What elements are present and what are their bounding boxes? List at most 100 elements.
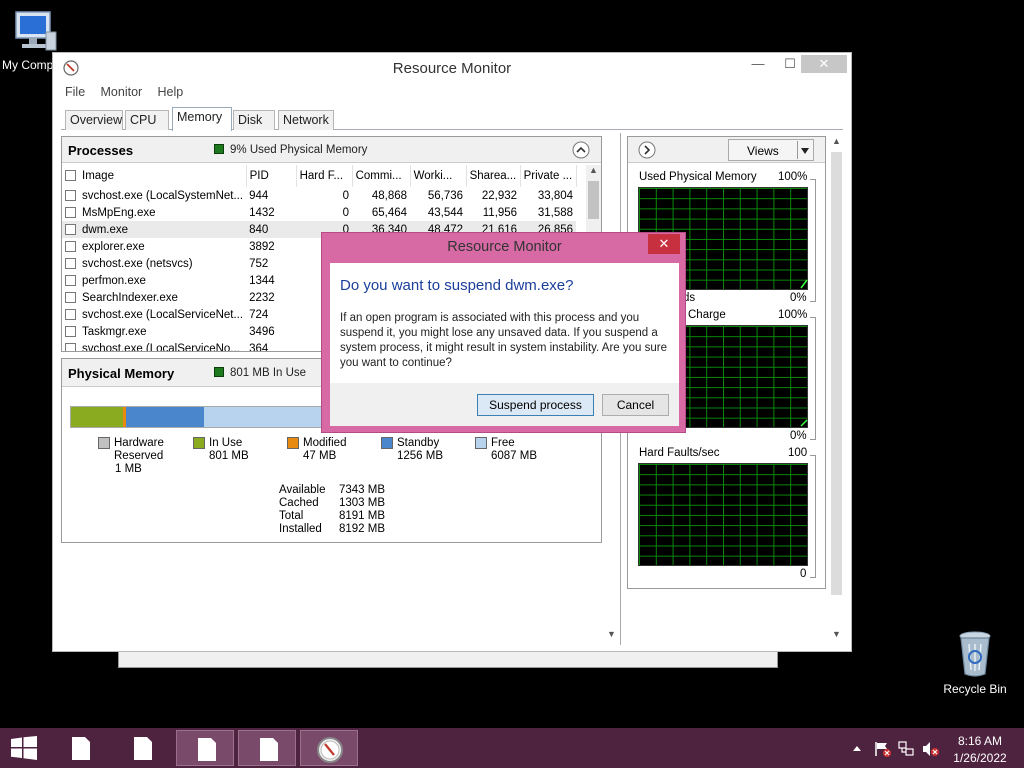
menu-file[interactable]: File — [65, 85, 85, 99]
process-image-cell: svchost.exe (LocalSystemNet... — [62, 187, 246, 204]
process-checkbox[interactable] — [65, 308, 76, 320]
window-title: Resource Monitor — [392, 60, 512, 77]
my-computer-desktop-icon[interactable]: My Comp — [0, 10, 70, 72]
recycle-bin-desktop-icon[interactable]: Recycle Bin — [940, 630, 1010, 696]
views-dropdown-divider — [797, 141, 798, 159]
expand-chevron-right-icon[interactable] — [638, 141, 656, 159]
scroll-down-arrow-icon[interactable]: ▼ — [604, 629, 619, 643]
process-image-name: svchost.exe (LocalSystemNet... — [82, 189, 244, 202]
column-image[interactable]: Image — [62, 165, 247, 187]
right-pane-scrollbar[interactable]: ▲ ▼ — [829, 136, 844, 643]
process-image-cell: svchost.exe (LocalServiceNo... — [62, 340, 246, 351]
process-checkbox[interactable] — [65, 274, 76, 286]
legend-value: 47 MB — [303, 450, 337, 462]
legend-label: In Use — [209, 437, 243, 449]
membar-standby — [126, 407, 204, 427]
graph-used-physical-memory-label: Used Physical Memory — [639, 171, 757, 183]
stat-available-label: Available — [279, 484, 326, 496]
dialog-heading: Do you want to suspend dwm.exe? — [340, 277, 574, 294]
column-pid[interactable]: PID — [246, 165, 297, 187]
window-titlebar[interactable]: Resource Monitor — ☐ ✕ — [53, 53, 851, 81]
dialog-message: If an open program is associated with th… — [340, 312, 668, 369]
column-commit[interactable]: Commi... — [352, 165, 411, 187]
process-checkbox[interactable] — [65, 291, 76, 303]
process-checkbox[interactable] — [65, 206, 76, 218]
process-cell: 43,544 — [427, 206, 464, 219]
processes-status-text: 9% Used Physical Memory — [230, 144, 368, 156]
column-shareable[interactable]: Sharea... — [466, 165, 521, 187]
table-row[interactable]: svchost.exe (LocalSystemNet... 944 0 48,868… — [62, 187, 576, 204]
stat-total-value: 8191 MB — [339, 510, 386, 522]
scroll-down-arrow-icon[interactable]: ▼ — [829, 629, 844, 643]
process-cell: 65,464 — [371, 206, 408, 219]
menu-monitor[interactable]: Monitor — [101, 85, 143, 99]
menu-bar: File Monitor Help — [65, 85, 195, 103]
dialog-footer: Suspend process Cancel — [330, 383, 679, 426]
table-row[interactable]: MsMpEng.exe 1432 0 65,464 43,544 11,956 31,588 — [62, 204, 576, 221]
collapse-chevron-up-icon[interactable] — [572, 141, 590, 159]
process-image-name: perfmon.exe — [82, 274, 146, 287]
clock-date[interactable]: 1/26/2022 — [940, 751, 1020, 765]
taskbar-resource-monitor[interactable] — [300, 730, 358, 766]
cancel-button[interactable]: Cancel — [602, 394, 669, 416]
membar-in-use — [71, 407, 123, 427]
menu-help[interactable]: Help — [158, 85, 184, 99]
process-checkbox[interactable] — [65, 325, 76, 337]
process-checkbox[interactable] — [65, 257, 76, 269]
right-scroll-thumb[interactable] — [831, 152, 842, 595]
process-checkbox[interactable] — [65, 342, 76, 351]
resource-monitor-taskbar-icon — [317, 737, 343, 763]
tab-network[interactable]: Network — [278, 110, 334, 130]
scroll-up-arrow-icon[interactable]: ▲ — [586, 165, 601, 179]
volume-muted-icon[interactable] — [922, 741, 940, 757]
processes-header[interactable]: Processes 9% Used Physical Memory — [62, 137, 601, 163]
suspend-process-button[interactable]: Suspend process — [477, 394, 594, 416]
taskbar-document-1[interactable] — [51, 730, 109, 766]
minimize-button[interactable]: — — [743, 55, 773, 73]
process-checkbox[interactable] — [65, 223, 76, 235]
process-checkbox[interactable] — [65, 240, 76, 252]
physical-memory-title: Physical Memory — [68, 366, 175, 381]
legend-hardware-reserved: Hardware Reserved 1 MB — [98, 437, 178, 477]
process-cell: 1344 — [249, 274, 275, 287]
views-dropdown[interactable]: Views — [728, 139, 814, 161]
clock-time[interactable]: 8:16 AM — [940, 734, 1020, 748]
tab-disk[interactable]: Disk — [233, 110, 275, 130]
action-center-flag-icon[interactable] — [874, 741, 892, 757]
legend-value: 6087 MB — [491, 450, 538, 462]
scroll-thumb[interactable] — [588, 181, 599, 219]
legend-modified: Modified 47 MB — [287, 437, 367, 467]
background-window-edge — [118, 650, 778, 668]
process-image-name: SearchIndexer.exe — [82, 291, 178, 304]
column-working-set[interactable]: Worki... — [410, 165, 467, 187]
graph-frame-2 — [810, 317, 816, 440]
dialog-close-button[interactable]: ✕ — [648, 234, 680, 254]
tab-memory[interactable]: Memory — [172, 107, 232, 131]
column-private[interactable]: Private ... — [520, 165, 577, 187]
process-image-cell: perfmon.exe — [62, 272, 246, 289]
taskbar-document-2[interactable] — [113, 730, 171, 766]
windows-start-icon[interactable] — [11, 736, 37, 760]
process-cell: 33,804 — [537, 189, 574, 202]
column-hard-faults[interactable]: Hard F... — [296, 165, 353, 187]
taskbar-document-4[interactable] — [238, 730, 296, 766]
tab-cpu[interactable]: CPU — [125, 110, 169, 130]
physical-memory-status: 801 MB In Use — [214, 367, 306, 379]
scroll-up-arrow-icon[interactable]: ▲ — [829, 136, 844, 150]
show-hidden-icons-chevron-up-icon[interactable] — [852, 744, 862, 752]
select-all-checkbox[interactable] — [65, 170, 76, 181]
taskbar-document-3[interactable] — [176, 730, 234, 766]
dialog-title: Resource Monitor — [447, 239, 562, 255]
process-checkbox[interactable] — [65, 189, 76, 201]
graph-hard-faults-min: 0 — [800, 568, 807, 580]
network-icon[interactable] — [898, 741, 916, 757]
legend-value: 801 MB — [209, 450, 249, 462]
process-cell: 48,868 — [371, 189, 408, 202]
graph-hard-faults-label: Hard Faults/sec — [639, 447, 720, 459]
legend-standby: Standby 1256 MB — [381, 437, 461, 467]
tab-overview[interactable]: Overview — [65, 110, 123, 130]
legend-label-2: Reserved — [114, 450, 164, 462]
process-cell: 31,588 — [537, 206, 574, 219]
stat-installed-label: Installed — [279, 523, 322, 535]
close-button[interactable]: ✕ — [801, 55, 847, 73]
